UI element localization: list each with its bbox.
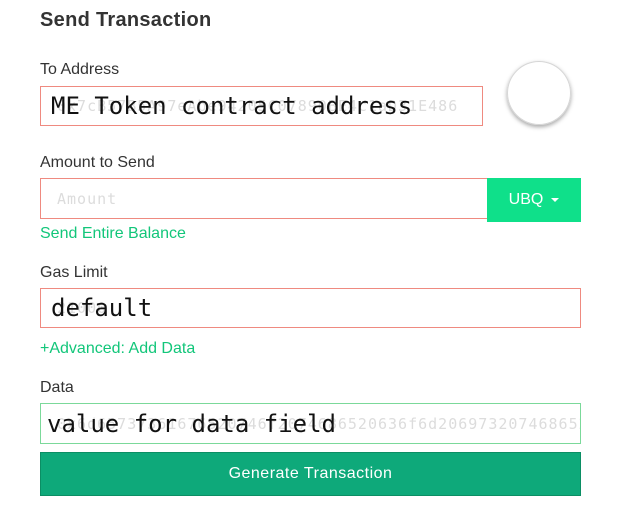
- advanced-add-data-link[interactable]: +Advanced: Add Data: [40, 340, 195, 358]
- to-address-input[interactable]: 0x7cB57B5A97eAbe94205C07890BE4c1aD31E486…: [40, 86, 483, 126]
- amount-label: Amount to Send: [40, 154, 155, 171]
- unit-dropdown-button[interactable]: UBQ: [487, 178, 581, 222]
- to-address-value: ME Token contract address: [51, 92, 413, 120]
- data-label: Data: [40, 379, 74, 396]
- to-address-label: To Address: [40, 61, 120, 78]
- send-entire-balance-link[interactable]: Send Entire Balance: [40, 225, 186, 243]
- caret-down-icon: [551, 198, 560, 202]
- data-input[interactable]: 0x6d65737361676520746f2074686520636f6d20…: [40, 403, 581, 444]
- data-value: value for data field: [47, 409, 336, 438]
- gas-limit-value: default: [51, 294, 153, 322]
- unit-label: UBQ: [508, 191, 544, 208]
- gas-limit-label: Gas Limit: [40, 264, 108, 281]
- amount-placeholder: Amount: [57, 189, 118, 208]
- page-title: Send Transaction: [40, 9, 212, 31]
- amount-input[interactable]: Amount: [40, 178, 488, 219]
- gas-limit-input[interactable]: 21000 default: [40, 288, 581, 328]
- generate-transaction-button[interactable]: Generate Transaction: [40, 452, 581, 496]
- address-identicon: [507, 61, 571, 125]
